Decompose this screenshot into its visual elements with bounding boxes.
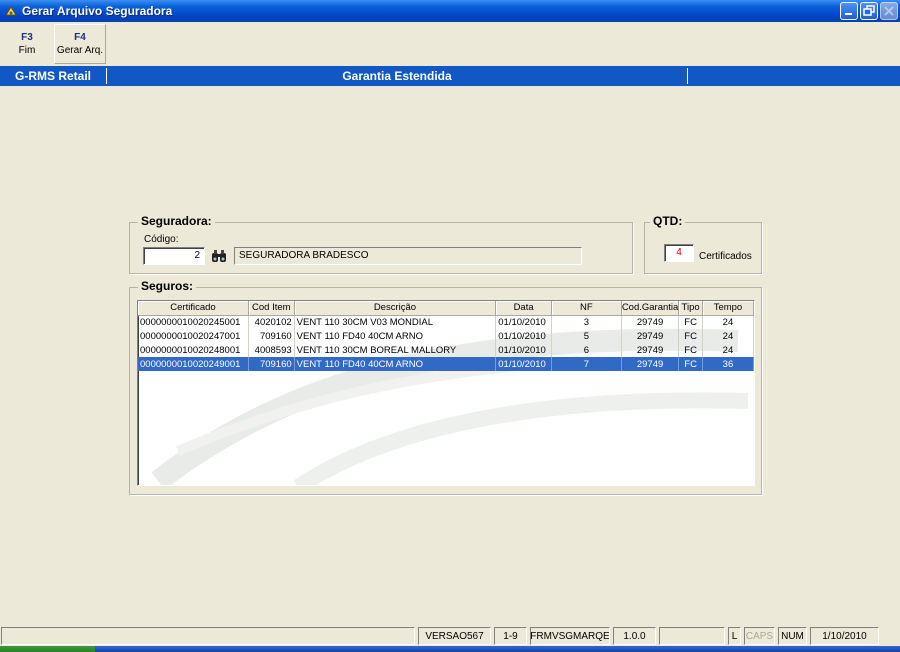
toolbar: F3 Fim F4 Gerar Arq. bbox=[0, 22, 900, 65]
status-form-name: FRMVSGMARQE bbox=[530, 627, 610, 645]
app-icon bbox=[5, 6, 17, 16]
status-lock: L bbox=[728, 627, 741, 645]
fim-button[interactable]: F3 Fim bbox=[1, 24, 53, 64]
seguradora-legend: Seguradora: bbox=[138, 214, 215, 228]
cell-tempo: 24 bbox=[702, 343, 754, 357]
cell-descricao: VENT 110 FD40 40CM ARNO bbox=[294, 357, 497, 371]
app-name: G-RMS Retail bbox=[14, 69, 91, 83]
qtd-legend: QTD: bbox=[650, 214, 686, 228]
table-row[interactable]: 0000000010020245001 4020102 VENT 110 30C… bbox=[138, 315, 754, 329]
restore-icon bbox=[863, 5, 875, 16]
status-range: 1-9 bbox=[494, 627, 527, 645]
status-bar: VERSAO567 1-9 FRMVSGMARQE 1.0.0 L CAPS N… bbox=[0, 626, 900, 646]
start-button[interactable] bbox=[0, 646, 95, 652]
cell-cod-item: 4020102 bbox=[248, 315, 295, 329]
qtd-value: 4 bbox=[664, 244, 694, 262]
cell-tempo: 24 bbox=[702, 329, 754, 343]
status-date: 1/10/2010 bbox=[810, 627, 879, 645]
column-header-tipo[interactable]: Tipo bbox=[678, 301, 703, 316]
status-caps: CAPS bbox=[744, 627, 775, 645]
cell-cod-item: 709160 bbox=[248, 357, 295, 371]
header-divider bbox=[687, 68, 688, 84]
cell-data: 01/10/2010 bbox=[495, 357, 552, 371]
cell-nf: 5 bbox=[551, 329, 622, 343]
seguradora-name-field: SEGURADORA BRADESCO bbox=[234, 247, 582, 265]
codigo-input[interactable]: 2 bbox=[143, 247, 205, 265]
cell-cod-item: 709160 bbox=[248, 329, 295, 343]
cell-certificado: 0000000010020249001 bbox=[138, 357, 249, 371]
qtd-group bbox=[644, 222, 762, 274]
minimize-button[interactable] bbox=[840, 2, 858, 20]
screen-title: Garantia Estendida bbox=[342, 69, 452, 83]
cell-data: 01/10/2010 bbox=[495, 343, 552, 357]
close-icon bbox=[884, 6, 894, 16]
status-build: 1.0.0 bbox=[613, 627, 656, 645]
cell-descricao: VENT 110 30CM BOREAL MALLORY bbox=[294, 343, 497, 357]
close-button[interactable] bbox=[880, 2, 898, 20]
column-header-cod-garantia[interactable]: Cod.Garantia bbox=[621, 301, 680, 316]
cell-certificado: 0000000010020245001 bbox=[138, 315, 249, 329]
fim-label: Fim bbox=[18, 45, 36, 56]
status-message-panel bbox=[1, 627, 415, 645]
cell-cod-garantia: 29749 bbox=[621, 357, 680, 371]
gerar-arquivo-button[interactable]: F4 Gerar Arq. bbox=[54, 24, 106, 64]
seguros-legend: Seguros: bbox=[138, 279, 197, 293]
seguros-grid[interactable]: Certificado Cod Item Descrição Data NF C… bbox=[137, 300, 755, 486]
window-titlebar[interactable]: Gerar Arquivo Seguradora bbox=[0, 0, 900, 22]
status-empty-panel bbox=[659, 627, 725, 645]
cell-certificado: 0000000010020247001 bbox=[138, 329, 249, 343]
cell-tipo: FC bbox=[678, 343, 703, 357]
cell-tempo: 24 bbox=[702, 315, 754, 329]
cell-data: 01/10/2010 bbox=[495, 329, 552, 343]
certificados-label: Certificados bbox=[699, 251, 752, 262]
cell-cod-item: 4008593 bbox=[248, 343, 295, 357]
cell-tipo: FC bbox=[678, 357, 703, 371]
grid-header-row: Certificado Cod Item Descrição Data NF C… bbox=[138, 301, 754, 316]
column-header-certificado[interactable]: Certificado bbox=[138, 301, 249, 316]
table-row[interactable]: 0000000010020247001 709160 VENT 110 FD40… bbox=[138, 329, 754, 343]
gerar-arquivo-label: Gerar Arq. bbox=[56, 45, 104, 56]
cell-descricao: VENT 110 30CM V03 MONDIAL bbox=[294, 315, 497, 329]
binoculars-icon bbox=[212, 250, 226, 262]
column-header-descricao[interactable]: Descrição bbox=[294, 301, 497, 316]
header-bar: G-RMS Retail Garantia Estendida bbox=[0, 66, 900, 86]
status-version: VERSAO567 bbox=[418, 627, 491, 645]
cell-descricao: VENT 110 FD40 40CM ARNO bbox=[294, 329, 497, 343]
cell-data: 01/10/2010 bbox=[495, 315, 552, 329]
cell-nf: 3 bbox=[551, 315, 622, 329]
cell-tempo: 36 bbox=[702, 357, 754, 371]
restore-button[interactable] bbox=[860, 2, 878, 20]
cell-cod-garantia: 29749 bbox=[621, 329, 680, 343]
status-num: NUM bbox=[778, 627, 807, 645]
cell-tipo: FC bbox=[678, 315, 703, 329]
cell-nf: 7 bbox=[551, 357, 622, 371]
cell-certificado: 0000000010020248001 bbox=[138, 343, 249, 357]
codigo-label: Código: bbox=[144, 234, 179, 245]
cell-nf: 6 bbox=[551, 343, 622, 357]
taskbar bbox=[0, 646, 900, 652]
window-title: Gerar Arquivo Seguradora bbox=[22, 4, 173, 18]
column-header-tempo[interactable]: Tempo bbox=[702, 301, 754, 316]
fim-shortcut: F3 bbox=[21, 32, 33, 43]
cell-cod-garantia: 29749 bbox=[621, 343, 680, 357]
column-header-data[interactable]: Data bbox=[495, 301, 552, 316]
gerar-arquivo-shortcut: F4 bbox=[74, 32, 86, 43]
table-row[interactable]: 0000000010020248001 4008593 VENT 110 30C… bbox=[138, 343, 754, 357]
column-header-nf[interactable]: NF bbox=[551, 301, 622, 316]
cell-cod-garantia: 29749 bbox=[621, 315, 680, 329]
column-header-cod-item[interactable]: Cod Item bbox=[248, 301, 295, 316]
search-seguradora-button[interactable] bbox=[210, 247, 228, 265]
cell-tipo: FC bbox=[678, 329, 703, 343]
minimize-icon bbox=[845, 13, 852, 15]
table-row-selected[interactable]: 0000000010020249001 709160 VENT 110 FD40… bbox=[138, 357, 754, 371]
